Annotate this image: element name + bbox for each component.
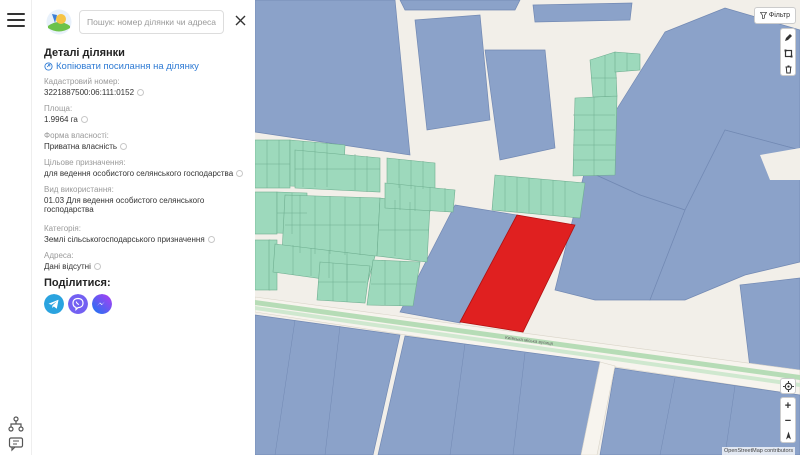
info-icon[interactable] bbox=[120, 143, 128, 150]
cadastral-map[interactable]: Київська міська вулиця Фільтр + − OpenSt… bbox=[255, 0, 800, 455]
messenger-icon[interactable] bbox=[92, 294, 112, 314]
usage-label: Вид використання: bbox=[44, 185, 114, 194]
info-icon[interactable] bbox=[80, 116, 88, 123]
address-label: Адреса: bbox=[44, 251, 74, 260]
ownership-label: Форма власності: bbox=[44, 131, 109, 140]
info-icon[interactable] bbox=[207, 236, 215, 243]
purpose-label: Цільове призначення: bbox=[44, 158, 126, 167]
crosshair-icon bbox=[782, 380, 794, 392]
category-label: Категорія: bbox=[44, 224, 81, 233]
cadastral-number-value: 3221887500:06:111:0152 bbox=[44, 88, 145, 97]
ownership-value: Приватна власність bbox=[44, 142, 128, 151]
square-icon bbox=[784, 49, 792, 57]
feedback-icon[interactable] bbox=[8, 436, 24, 452]
parcel[interactable] bbox=[484, 49, 556, 161]
info-icon[interactable] bbox=[236, 170, 244, 177]
locate-button[interactable] bbox=[780, 378, 796, 394]
parcel-details-panel: Деталі ділянки Копіювати посилання на ді… bbox=[32, 0, 255, 455]
filter-button[interactable]: Фільтр bbox=[754, 7, 796, 24]
share-title: Поділитися: bbox=[44, 277, 111, 289]
viber-icon[interactable] bbox=[68, 294, 88, 314]
close-icon[interactable] bbox=[235, 15, 246, 26]
info-icon[interactable] bbox=[93, 263, 101, 270]
copy-link-label: Копіювати посилання на ділянку bbox=[56, 61, 199, 72]
zoom-in-button[interactable]: + bbox=[781, 398, 795, 413]
link-icon bbox=[44, 62, 53, 71]
filter-label: Фільтр bbox=[768, 12, 791, 19]
search-input[interactable] bbox=[79, 10, 224, 34]
telegram-icon[interactable] bbox=[44, 294, 64, 314]
cadastral-number-label: Кадастровий номер: bbox=[44, 77, 120, 86]
parcel[interactable] bbox=[739, 277, 800, 376]
area-value: 1.9964 га bbox=[44, 115, 88, 124]
usage-value: 01.03 Для ведення особистого селянського… bbox=[44, 196, 205, 214]
parcel[interactable] bbox=[414, 14, 491, 131]
map-tools bbox=[780, 28, 796, 76]
area-label: Площа: bbox=[44, 104, 73, 113]
purpose-value: для ведення особистого селянського госпо… bbox=[44, 169, 244, 178]
logo-icon bbox=[46, 9, 72, 35]
delete-tool[interactable] bbox=[781, 61, 795, 77]
draw-tool[interactable] bbox=[781, 29, 795, 45]
parcel[interactable] bbox=[532, 2, 633, 23]
info-icon[interactable] bbox=[137, 89, 145, 96]
hierarchy-icon[interactable] bbox=[8, 416, 24, 432]
pencil-icon bbox=[784, 33, 792, 41]
polygon-tool[interactable] bbox=[781, 45, 795, 61]
menu-icon[interactable] bbox=[7, 13, 25, 27]
copy-link-button[interactable]: Копіювати посилання на ділянку bbox=[44, 61, 199, 72]
left-rail bbox=[0, 0, 32, 455]
filter-icon bbox=[759, 12, 767, 19]
parcel[interactable] bbox=[255, 0, 411, 156]
trash-icon bbox=[785, 65, 791, 73]
zoom-controls: + − bbox=[780, 397, 796, 443]
map-attribution[interactable]: OpenStreetMap contributors bbox=[722, 447, 796, 455]
parcel[interactable] bbox=[399, 0, 521, 11]
category-value: Землі сільськогосподарського призначення bbox=[44, 235, 215, 244]
map-canvas[interactable] bbox=[255, 0, 800, 455]
address-value: Дані відсутні bbox=[44, 262, 101, 271]
zoom-out-button[interactable]: − bbox=[781, 413, 795, 428]
reset-north-button[interactable] bbox=[781, 428, 795, 443]
compass-icon bbox=[785, 431, 791, 440]
panel-title: Деталі ділянки bbox=[44, 47, 125, 59]
